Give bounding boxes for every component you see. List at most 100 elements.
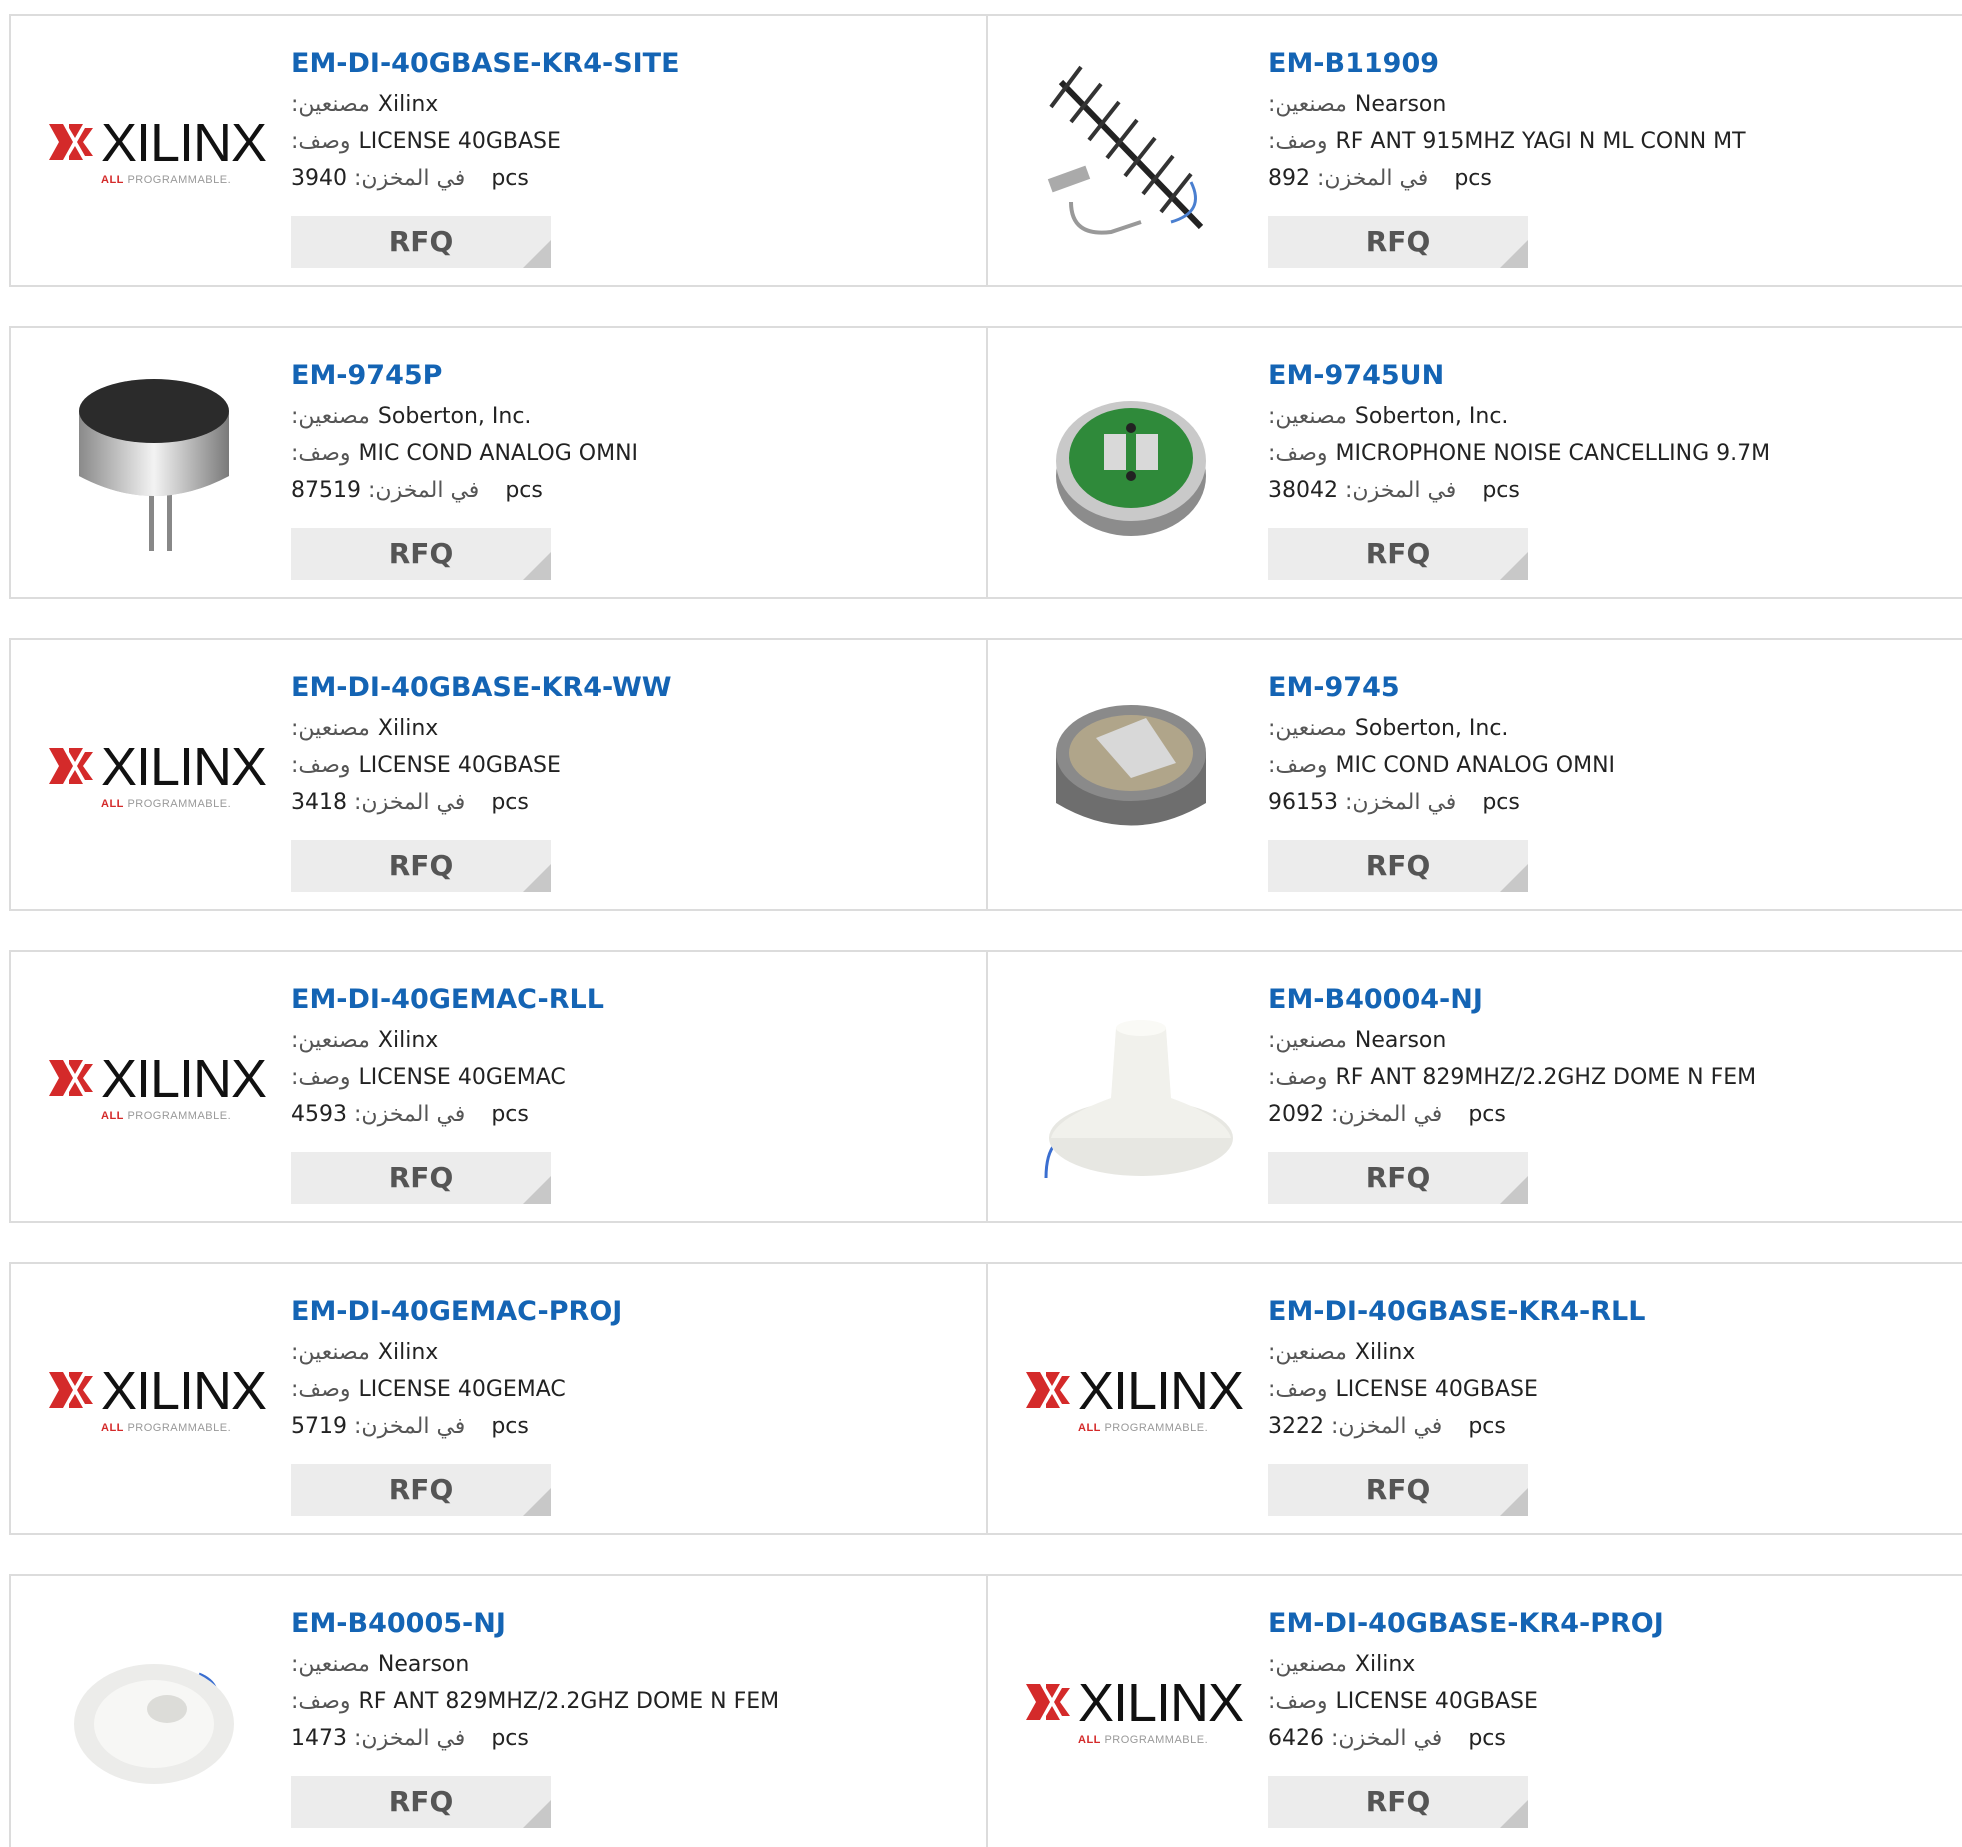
- rfq-corner-decoration: [523, 1488, 551, 1516]
- part-number-link[interactable]: EM-9745P: [291, 356, 638, 396]
- product-row: XILINX ALL PROGRAMMABLE. EM-DI-40GEMAC-R…: [9, 950, 1962, 1223]
- rfq-button[interactable]: RFQ: [291, 1464, 551, 1516]
- stock-row: 3940 :في المخزن pcs: [291, 160, 680, 197]
- logo-tagline: ALL PROGRAMMABLE.: [1078, 1421, 1209, 1434]
- stock-unit: pcs: [1482, 478, 1520, 503]
- stock-value: 5719: [291, 1414, 347, 1439]
- description-value: RF ANT 915MHZ YAGI N ML CONN MT: [1335, 129, 1746, 154]
- product-info: EM-DI-40GEMAC-RLL:مصنعين Xilinx:وصف LICENS…: [291, 980, 604, 1133]
- rfq-button[interactable]: RFQ: [291, 1152, 551, 1204]
- stock-label: :في المخزن: [354, 166, 466, 191]
- part-number-link[interactable]: EM-9745UN: [1268, 356, 1770, 396]
- part-number-link[interactable]: EM-B40004-NJ: [1268, 980, 1756, 1020]
- rfq-button[interactable]: RFQ: [1268, 528, 1528, 580]
- manufacturer-label: :مصنعين: [291, 404, 370, 429]
- rfq-button[interactable]: RFQ: [291, 216, 551, 268]
- product-image[interactable]: [49, 1614, 259, 1809]
- product-image[interactable]: XILINX ALL PROGRAMMABLE.: [1026, 1302, 1244, 1497]
- description-row: :وصف MIC COND ANALOG OMNI: [291, 435, 638, 472]
- part-number-link[interactable]: EM-DI-40GBASE-KR4-RLL: [1268, 1292, 1645, 1332]
- manufacturer-label: :مصنعين: [1268, 1340, 1347, 1365]
- part-number-link[interactable]: EM-B11909: [1268, 44, 1746, 84]
- product-image[interactable]: [1026, 678, 1236, 873]
- description-row: :وصف MICROPHONE NOISE CANCELLING 9.7M: [1268, 435, 1770, 472]
- product-image[interactable]: XILINX ALL PROGRAMMABLE.: [49, 678, 267, 873]
- manufacturer-value: Xilinx: [377, 1340, 439, 1365]
- product-row: EM-B40005-NJ:مصنعين Nearson:وصف RF ANT 829…: [9, 1574, 1962, 1847]
- manufacturer-label: :مصنعين: [291, 1028, 370, 1053]
- manufacturer-row: :مصنعين Nearson: [1268, 86, 1746, 123]
- product-image[interactable]: [1026, 366, 1236, 561]
- stock-unit: pcs: [1468, 1102, 1506, 1127]
- xilinx-mark-icon: [1026, 1683, 1070, 1720]
- part-number-link[interactable]: EM-DI-40GEMAC-RLL: [291, 980, 604, 1020]
- manufacturer-value: Soberton, Inc.: [377, 404, 532, 429]
- manufacturer-label: :مصنعين: [1268, 404, 1347, 429]
- stock-label: :في المخزن: [354, 1726, 466, 1751]
- logo-wordmark: XILINX: [1078, 1672, 1244, 1733]
- part-number-link[interactable]: EM-DI-40GBASE-KR4-PROJ: [1268, 1604, 1664, 1644]
- stock-unit: pcs: [491, 790, 529, 815]
- manufacturer-value: Xilinx: [377, 92, 439, 117]
- rfq-label: RFQ: [1365, 225, 1431, 258]
- stock-value: 87519: [291, 478, 361, 503]
- product-info: EM-DI-40GBASE-KR4-PROJ:مصنعين Xilinx :وصف L…: [1268, 1604, 1664, 1757]
- manufacturer-label: :مصنعين: [1268, 1652, 1347, 1677]
- product-card: EM-9745UN:مصنعين Soberton, Inc.:وصف MICROP…: [988, 328, 1962, 597]
- logo-wordmark: XILINX: [101, 736, 267, 797]
- description-row: :وصف RF ANT 915MHZ YAGI N ML CONN MT: [1268, 123, 1746, 160]
- product-card: EM-B11909:مصنعين Nearson:وصف RF ANT 915MHZ…: [988, 16, 1962, 285]
- manufacturer-value: Nearson: [1354, 1028, 1447, 1053]
- rfq-label: RFQ: [1365, 1473, 1431, 1506]
- rfq-button[interactable]: RFQ: [1268, 840, 1528, 892]
- part-number-link[interactable]: EM-DI-40GBASE-KR4-WW: [291, 668, 672, 708]
- description-value: LICENSE 40GBASE: [1335, 1689, 1538, 1714]
- product-image[interactable]: XILINX ALL PROGRAMMABLE.: [49, 1302, 267, 1497]
- manufacturer-value: Nearson: [1354, 92, 1447, 117]
- product-image[interactable]: XILINX ALL PROGRAMMABLE.: [1026, 1614, 1244, 1809]
- description-label: :وصف: [1268, 1689, 1328, 1714]
- product-card: XILINX ALL PROGRAMMABLE. EM-DI-40GEMAC-R…: [11, 952, 988, 1221]
- description-value: MIC COND ANALOG OMNI: [1335, 753, 1616, 778]
- manufacturer-row: :مصنعين Nearson: [291, 1646, 779, 1683]
- product-image[interactable]: XILINX ALL PROGRAMMABLE.: [49, 54, 267, 249]
- manufacturer-row: :مصنعين Xilinx: [291, 1334, 622, 1371]
- description-value: LICENSE 40GEMAC: [358, 1065, 566, 1090]
- rfq-corner-decoration: [1500, 552, 1528, 580]
- stock-value: 892: [1268, 166, 1310, 191]
- stock-row: 1473 :في المخزن pcs: [291, 1720, 779, 1757]
- product-image[interactable]: XILINX ALL PROGRAMMABLE.: [49, 990, 267, 1185]
- manufacturer-row: :مصنعين Xilinx: [1268, 1334, 1645, 1371]
- microphone-pcb-image: [1056, 401, 1206, 536]
- part-number-link[interactable]: EM-9745: [1268, 668, 1615, 708]
- stock-row: 4593 :في المخزن pcs: [291, 1096, 604, 1133]
- product-image[interactable]: [1026, 54, 1236, 249]
- rfq-button[interactable]: RFQ: [291, 528, 551, 580]
- stock-row: 5719 :في المخزن pcs: [291, 1408, 622, 1445]
- description-value: LICENSE 40GBASE: [1335, 1377, 1538, 1402]
- logo-wordmark: XILINX: [1078, 1360, 1244, 1421]
- stock-unit: pcs: [491, 1726, 529, 1751]
- rfq-button[interactable]: RFQ: [1268, 216, 1528, 268]
- rfq-button[interactable]: RFQ: [291, 1776, 551, 1828]
- manufacturer-label: :مصنعين: [1268, 1028, 1347, 1053]
- product-image[interactable]: [1026, 990, 1236, 1185]
- rfq-button[interactable]: RFQ: [1268, 1152, 1528, 1204]
- stock-unit: pcs: [491, 1414, 529, 1439]
- manufacturer-row: :مصنعين Soberton, Inc.: [1268, 710, 1615, 747]
- stock-row: 87519 :في المخزن pcs: [291, 472, 638, 509]
- manufacturer-row: :مصنعين Xilinx: [1268, 1646, 1664, 1683]
- part-number-link[interactable]: EM-DI-40GBASE-KR4-SITE: [291, 44, 680, 84]
- rfq-corner-decoration: [1500, 1800, 1528, 1828]
- stock-label: :في المخزن: [354, 790, 466, 815]
- part-number-link[interactable]: EM-B40005-NJ: [291, 1604, 779, 1644]
- rfq-button[interactable]: RFQ: [1268, 1464, 1528, 1516]
- rfq-button[interactable]: RFQ: [291, 840, 551, 892]
- stock-value: 3418: [291, 790, 347, 815]
- rfq-label: RFQ: [388, 225, 454, 258]
- product-card: XILINX ALL PROGRAMMABLE. EM-DI-40GBASE-K…: [11, 16, 988, 285]
- part-number-link[interactable]: EM-DI-40GEMAC-PROJ: [291, 1292, 622, 1332]
- rfq-button[interactable]: RFQ: [1268, 1776, 1528, 1828]
- xilinx-mark-icon: [49, 747, 93, 784]
- product-image[interactable]: [49, 366, 259, 561]
